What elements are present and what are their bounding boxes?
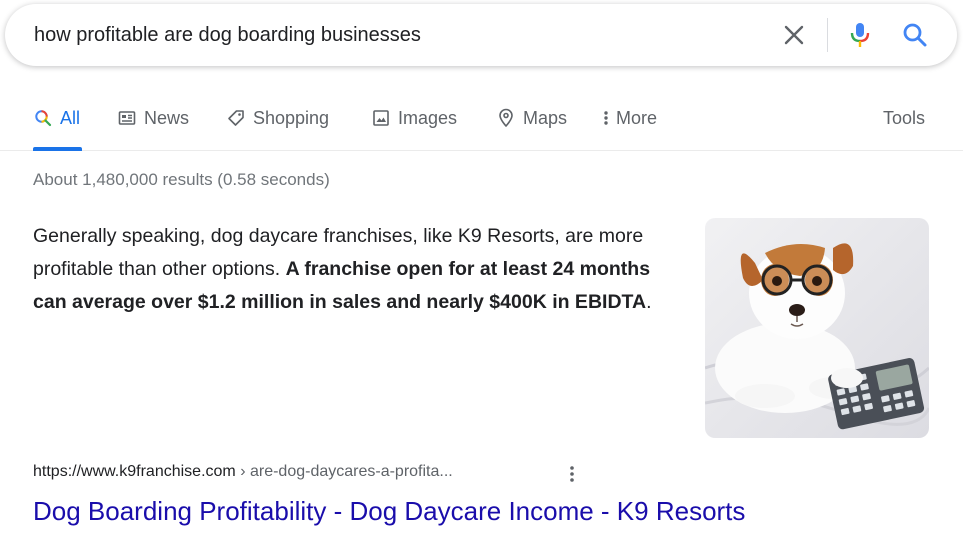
tab-label: News bbox=[144, 107, 190, 128]
tab-news[interactable]: News bbox=[117, 106, 189, 130]
search-icon[interactable] bbox=[902, 22, 928, 48]
tab-all[interactable]: All bbox=[33, 106, 80, 130]
search-bar-divider bbox=[827, 18, 828, 52]
tab-images[interactable]: Images bbox=[371, 106, 457, 130]
search-tabs: All News Shopping Images Maps More Tools bbox=[0, 96, 963, 151]
result-stats: About 1,480,000 results (0.58 seconds) bbox=[33, 170, 330, 189]
tab-shopping[interactable]: Shopping bbox=[226, 106, 329, 130]
clear-icon[interactable] bbox=[782, 23, 806, 47]
snippet-text-end: . bbox=[646, 291, 652, 313]
tab-label: All bbox=[60, 107, 81, 128]
tab-label: Maps bbox=[523, 107, 568, 128]
snippet-thumbnail[interactable] bbox=[705, 218, 929, 438]
search-input[interactable]: how profitable are dog boarding business… bbox=[34, 24, 421, 47]
search-bar: how profitable are dog boarding business… bbox=[5, 4, 957, 66]
news-icon bbox=[117, 108, 137, 128]
more-vertical-icon bbox=[600, 108, 612, 128]
tab-label: Images bbox=[398, 107, 458, 128]
tools-button[interactable]: Tools bbox=[883, 106, 925, 130]
tab-label: Shopping bbox=[253, 107, 330, 128]
tab-label: More bbox=[616, 107, 658, 128]
search-icon bbox=[33, 108, 53, 128]
featured-snippet: Generally speaking, dog daycare franchis… bbox=[33, 220, 683, 319]
image-icon bbox=[371, 108, 391, 128]
result-url: https://www.k9franchise.com › are-dog-da… bbox=[33, 463, 453, 481]
microphone-icon[interactable] bbox=[848, 21, 872, 49]
more-options-icon[interactable] bbox=[562, 464, 582, 484]
tab-maps[interactable]: Maps bbox=[496, 106, 567, 130]
active-tab-indicator bbox=[33, 147, 82, 151]
tab-more[interactable]: More bbox=[600, 106, 657, 130]
map-pin-icon bbox=[496, 108, 516, 128]
result-path: › are-dog-daycares-a-profita... bbox=[235, 463, 453, 480]
result-title-link[interactable]: Dog Boarding Profitability - Dog Daycare… bbox=[33, 496, 745, 527]
result-domain: https://www.k9franchise.com bbox=[33, 463, 236, 480]
tag-icon bbox=[226, 108, 246, 128]
